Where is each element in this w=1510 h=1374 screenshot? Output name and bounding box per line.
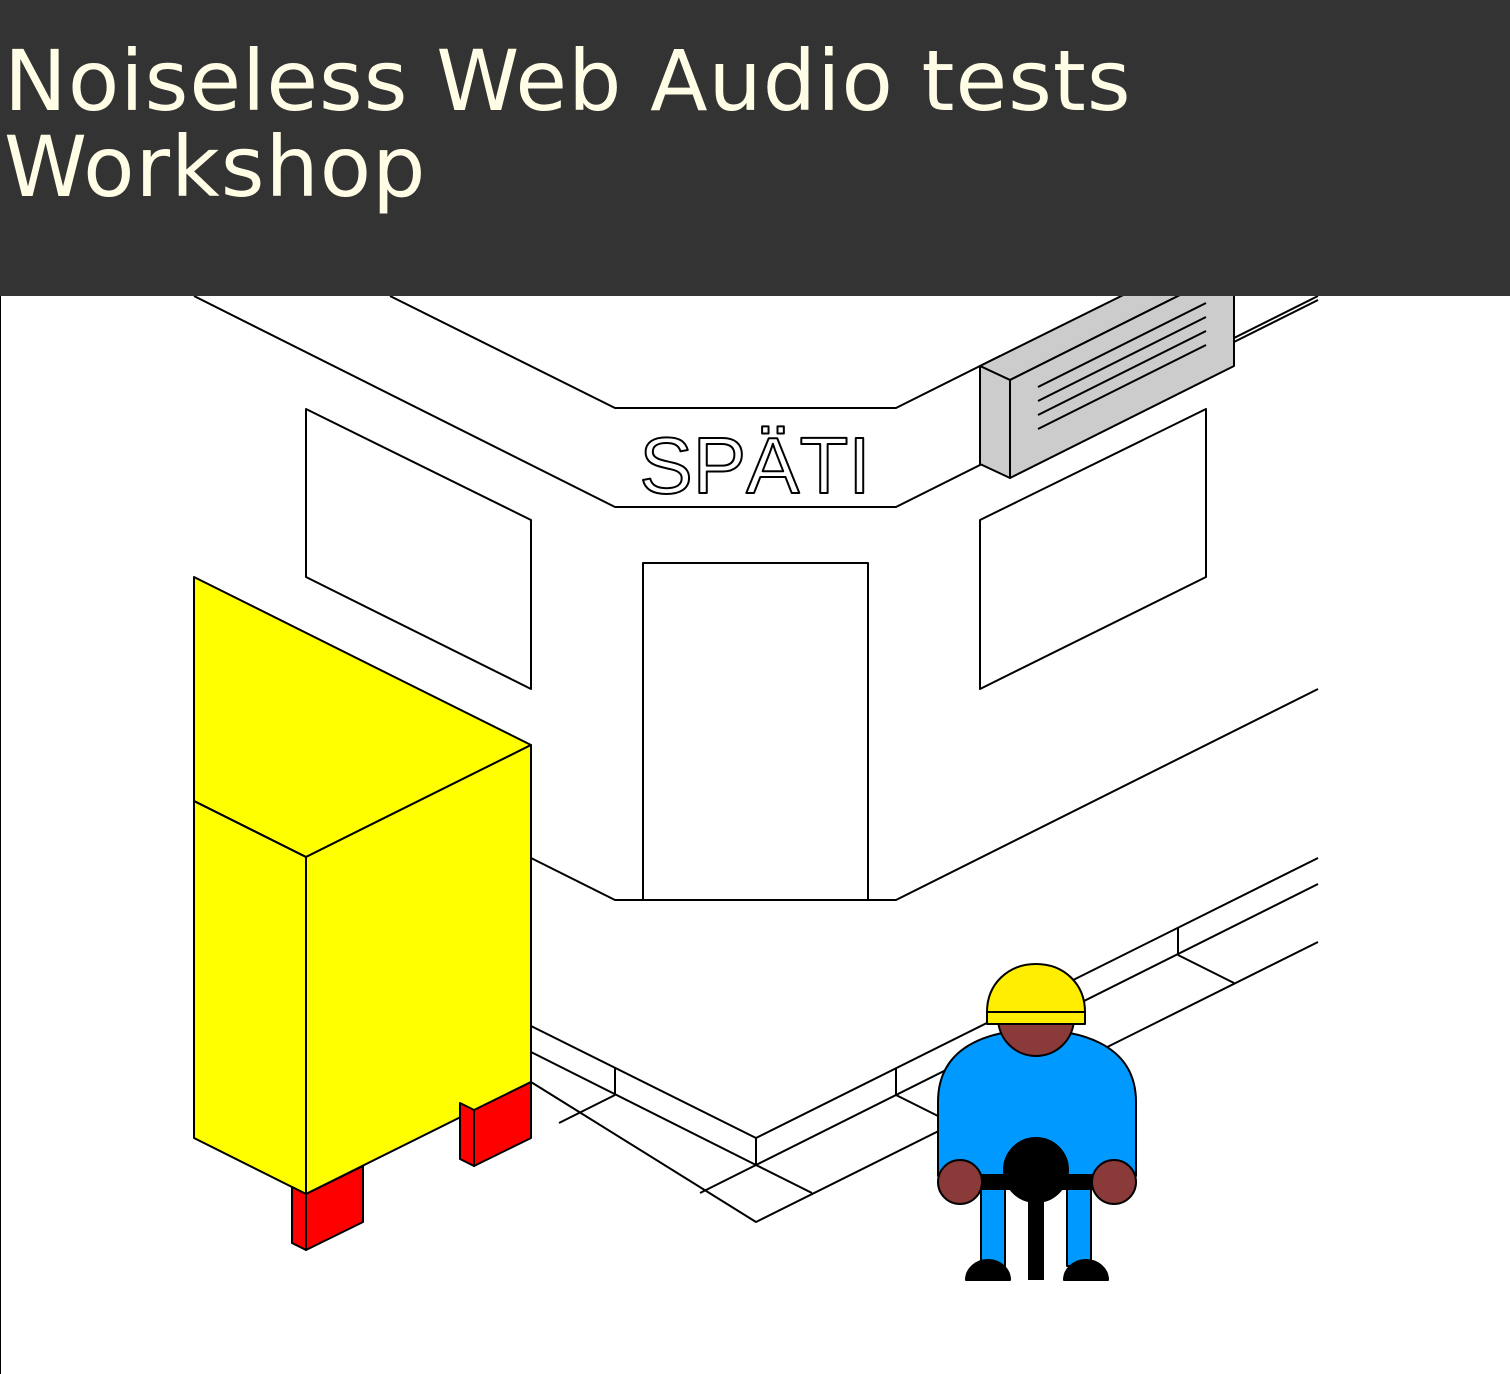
spati-illustration: SPÄTI	[193, 296, 1319, 1281]
left-window	[305, 408, 532, 690]
page-title: Noiseless Web Audio tests Workshop	[4, 38, 1132, 210]
shop-door	[642, 562, 869, 901]
yellow-crate	[193, 576, 532, 1195]
sidewalk-curb	[530, 857, 1319, 1223]
page-title-line-1: Noiseless Web Audio tests	[4, 32, 1132, 130]
page-title-line-2: Workshop	[4, 118, 427, 216]
page-header: Noiseless Web Audio tests Workshop	[0, 0, 1510, 296]
worker-figure	[937, 963, 1137, 1281]
shop-sign: SPÄTI	[639, 421, 870, 510]
